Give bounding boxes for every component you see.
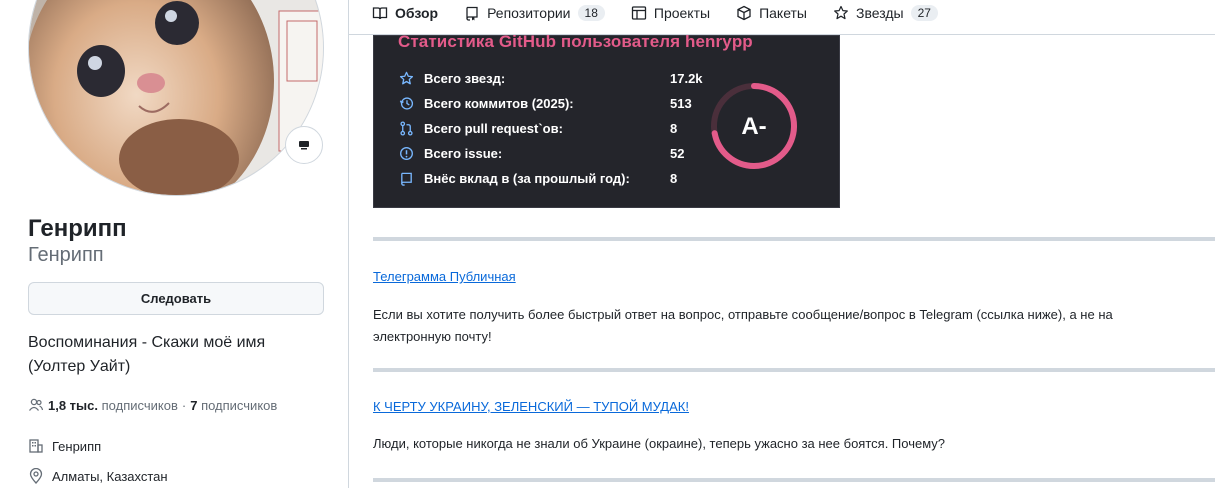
people-icon <box>28 398 44 411</box>
telegram-paragraph: Если вы хотите получить более быстрый от… <box>373 307 1113 344</box>
history-icon <box>399 96 413 110</box>
avatar-wrapper <box>28 0 324 196</box>
stats-title: Статистика GitHub пользователя henrypp <box>398 32 753 51</box>
organization-icon <box>29 439 43 453</box>
tab-label: Пакеты <box>759 5 807 21</box>
following-label: подписчиков <box>201 397 278 413</box>
location-text: Алматы, Казахстан <box>52 468 168 484</box>
tab-label: Звезды <box>856 5 904 21</box>
stat-value: 513 <box>670 95 692 111</box>
sidebar-divider <box>348 0 349 488</box>
repo-icon <box>400 172 412 186</box>
stat-row-stars: Всего звезд: 17.2k <box>398 70 710 86</box>
rank-text: A- <box>741 113 766 140</box>
tab-repositories[interactable]: Репозитории 18 <box>455 2 614 24</box>
followers-label: подписчиков <box>101 397 178 413</box>
profile-name: Генрипп <box>28 215 127 242</box>
stars-counter: 27 <box>910 5 938 21</box>
laptop-icon <box>299 141 309 150</box>
stat-label: Всего pull request`ов: <box>424 120 563 136</box>
telegram-link[interactable]: Телеграмма Публичная <box>373 269 516 284</box>
stat-value: 52 <box>670 145 685 161</box>
stat-label: Всего issue: <box>424 145 503 161</box>
following-count: 7 <box>190 397 198 413</box>
set-status-button[interactable] <box>285 126 323 164</box>
repo-counter: 18 <box>577 5 605 21</box>
tab-overview[interactable]: Обзор <box>363 2 447 24</box>
separator: · <box>181 397 187 413</box>
tab-label: Проекты <box>653 5 711 21</box>
company-text: Генрипп <box>52 438 102 454</box>
profile-login: Генрипп <box>28 244 104 266</box>
tab-label: Обзор <box>395 5 439 21</box>
location-row: Алматы, Казахстан <box>28 468 168 484</box>
section-divider <box>373 478 1215 482</box>
issue-icon <box>399 146 413 160</box>
star-icon <box>834 5 848 20</box>
package-icon <box>737 5 751 21</box>
section-divider <box>373 237 1215 241</box>
stat-value: 17.2k <box>670 70 703 86</box>
tab-packages[interactable]: Пакеты <box>727 2 816 24</box>
stat-row-issues: Всего issue: 52 <box>398 145 710 161</box>
stat-row-contributed: Внёс вклад в (за прошлый год): 8 <box>398 170 710 186</box>
following-link[interactable]: 7 подписчиков <box>190 398 277 413</box>
avatar[interactable] <box>28 0 324 196</box>
stat-label: Внёс вклад в (за прошлый год): <box>424 170 630 186</box>
tab-label: Репозитории <box>487 5 571 21</box>
stat-row-pull-requests: Всего pull request`ов: 8 <box>398 120 710 136</box>
book-icon <box>372 7 388 20</box>
followers-row: 1,8 тыс. подписчиков · 7 подписчиков <box>28 397 277 413</box>
rank-ring: A- <box>711 83 797 169</box>
company-row: Генрипп <box>28 438 101 454</box>
repo-icon <box>466 6 478 21</box>
followers-link[interactable]: 1,8 тыс. подписчиков <box>48 398 178 413</box>
political-link[interactable]: К ЧЕРТУ УКРАИНУ, ЗЕЛЕНСКИЙ — ТУПОЙ МУДАК… <box>373 399 689 414</box>
tab-stars[interactable]: Звезды 27 <box>824 2 947 24</box>
stat-label: Всего коммитов (2025): <box>424 95 574 111</box>
github-stats-card: Статистика GitHub пользователя henrypp В… <box>373 32 840 208</box>
table-icon <box>631 6 647 20</box>
section-divider <box>373 368 1215 372</box>
stat-row-commits: Всего коммитов (2025): 513 <box>398 95 710 111</box>
stat-value: 8 <box>670 170 678 186</box>
stat-label: Всего звезд: <box>424 70 506 86</box>
pull-request-icon <box>399 120 413 136</box>
followers-count: 1,8 тыс. <box>48 397 98 413</box>
political-paragraph: Люди, которые никогда не знали об Украин… <box>373 436 946 451</box>
star-icon <box>399 71 413 84</box>
location-icon <box>29 468 43 484</box>
profile-bio: Воспоминания - Скажи моё имя (Уолтер Уай… <box>28 334 266 375</box>
follow-button[interactable]: Следовать <box>28 282 324 315</box>
stat-value: 8 <box>670 120 678 136</box>
profile-tabs: Обзор Репозитории 18 Проекты Пакеты Звез… <box>363 0 955 26</box>
tab-projects[interactable]: Проекты <box>622 2 719 24</box>
